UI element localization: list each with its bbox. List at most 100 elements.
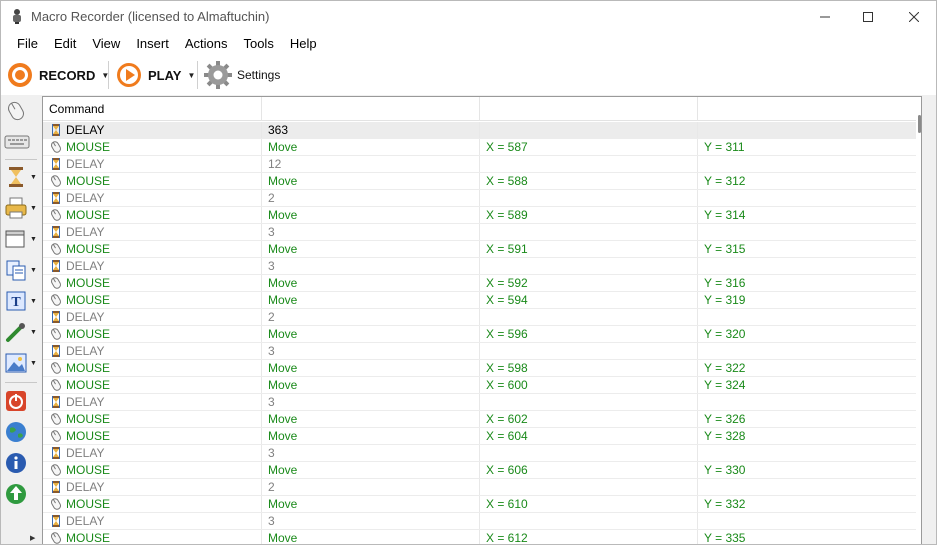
menu-edit[interactable]: Edit [46, 32, 84, 55]
menu-actions[interactable]: Actions [177, 32, 236, 55]
table-row[interactable]: DELAY 3 [43, 394, 916, 411]
table-row[interactable]: MOUSE Move X = 598 Y = 322 [43, 360, 916, 377]
macro-recorder-window: Macro Recorder (licensed to Almaftuchin)… [0, 0, 937, 545]
expand-arrow-icon[interactable]: ▶ [30, 534, 35, 542]
param-cell [480, 190, 698, 206]
table-row[interactable]: DELAY 2 [43, 309, 916, 326]
settings-button[interactable]: Settings [203, 55, 280, 95]
column-header-param1[interactable] [262, 97, 480, 121]
table-row[interactable]: DELAY 12 [43, 156, 916, 173]
command-cell: MOUSE [43, 462, 262, 478]
command-cell: MOUSE [43, 377, 262, 393]
table-row[interactable]: MOUSE Move X = 592 Y = 316 [43, 275, 916, 292]
insert-repeat-button[interactable] [4, 480, 38, 508]
param-cell [698, 258, 916, 274]
param-cell [480, 343, 698, 359]
table-row[interactable]: MOUSE Move X = 587 Y = 311 [43, 139, 916, 156]
insert-web-button[interactable] [4, 418, 38, 446]
close-button[interactable] [891, 1, 936, 32]
title-bar[interactable]: Macro Recorder (licensed to Almaftuchin) [1, 1, 936, 32]
param-cell: Move [262, 496, 480, 512]
param-cell [480, 394, 698, 410]
command-cell: DELAY [43, 309, 262, 325]
table-row[interactable]: MOUSE Move X = 606 Y = 330 [43, 462, 916, 479]
table-row[interactable]: DELAY 3 [43, 258, 916, 275]
param-cell: Y = 328 [704, 429, 746, 443]
table-row[interactable]: DELAY 3 [43, 513, 916, 530]
print-dropdown-icon[interactable]: ▼ [30, 205, 37, 212]
menu-view[interactable]: View [84, 32, 128, 55]
window-dropdown-icon[interactable]: ▼ [30, 236, 37, 243]
menu-file[interactable]: File [9, 32, 46, 55]
table-row[interactable]: MOUSE Move X = 610 Y = 332 [43, 496, 916, 513]
table-row[interactable]: DELAY 363 [43, 122, 916, 139]
maximize-button[interactable] [845, 1, 891, 32]
insert-keyboard-button[interactable] [4, 127, 38, 155]
table-row[interactable]: MOUSE Move X = 591 Y = 315 [43, 241, 916, 258]
minimize-button[interactable] [802, 1, 848, 32]
menu-tools[interactable]: Tools [235, 32, 281, 55]
settings-label: Settings [237, 68, 281, 82]
clipboard-icon [6, 260, 26, 281]
table-row[interactable]: DELAY 2 [43, 190, 916, 207]
table-row[interactable]: MOUSE Move X = 612 Y = 335 [43, 530, 916, 544]
table-row[interactable]: DELAY 2 [43, 479, 916, 496]
param-cell: 2 [262, 479, 480, 495]
table-row[interactable]: DELAY 3 [43, 224, 916, 241]
vertical-scrollbar[interactable] [917, 97, 921, 544]
delay-dropdown-icon[interactable]: ▼ [30, 174, 37, 181]
menu-insert[interactable]: Insert [128, 32, 177, 55]
table-row[interactable]: MOUSE Move X = 589 Y = 314 [43, 207, 916, 224]
insert-shutdown-button[interactable] [4, 387, 38, 415]
param-cell: Move [262, 428, 480, 444]
param-cell: Move [262, 292, 480, 308]
insert-delay-button[interactable]: ▼ [4, 163, 38, 191]
play-dropdown-icon[interactable]: ▼ [187, 71, 195, 80]
table-row[interactable]: DELAY 3 [43, 445, 916, 462]
menu-help[interactable]: Help [282, 32, 325, 55]
table-row[interactable]: MOUSE Move X = 596 Y = 320 [43, 326, 916, 343]
play-button[interactable]: PLAY ▼ [116, 55, 195, 95]
param-cell: X = 606 [480, 462, 698, 478]
insert-pixel-button[interactable]: ▼ [4, 318, 38, 346]
toolbar-separator [108, 61, 109, 89]
pixel-dropdown-icon[interactable]: ▼ [30, 329, 37, 336]
param-cell: Move [262, 377, 480, 393]
param-cell [698, 309, 916, 325]
param-cell: X = 598 [480, 360, 698, 376]
command-grid[interactable]: Command DELAY 363 MOUSE Move X = 587 Y = 311 D… [42, 96, 922, 544]
insert-window-button[interactable]: ▼ [4, 225, 38, 253]
table-row[interactable]: MOUSE Move X = 594 Y = 319 [43, 292, 916, 309]
record-label: RECORD [39, 67, 96, 83]
insert-text-button[interactable]: T ▼ [4, 287, 38, 315]
clipboard-dropdown-icon[interactable]: ▼ [30, 267, 37, 274]
param-cell: 3 [262, 343, 480, 359]
table-row[interactable]: DELAY 3 [43, 343, 916, 360]
insert-mouse-button[interactable] [4, 97, 38, 125]
table-row[interactable]: MOUSE Move X = 604 Y = 328 [43, 428, 916, 445]
param-cell [480, 479, 698, 495]
image-dropdown-icon[interactable]: ▼ [30, 360, 37, 367]
column-header-param2[interactable] [480, 97, 698, 121]
command-cell: DELAY [43, 479, 262, 495]
param-cell [698, 122, 916, 138]
text-dropdown-icon[interactable]: ▼ [30, 298, 37, 305]
scrollbar-thumb[interactable] [918, 115, 921, 133]
table-row[interactable]: MOUSE Move X = 600 Y = 324 [43, 377, 916, 394]
table-row[interactable]: MOUSE Move X = 588 Y = 312 [43, 173, 916, 190]
record-button[interactable]: RECORD ▼ [7, 55, 109, 95]
insert-print-button[interactable]: ▼ [4, 194, 38, 222]
insert-clipboard-button[interactable]: ▼ [4, 256, 38, 284]
insert-image-button[interactable]: ▼ [4, 349, 38, 377]
param-cell [480, 513, 698, 529]
param-cell: X = 589 [480, 207, 698, 223]
column-header-command[interactable]: Command [43, 97, 262, 121]
column-header-param3[interactable] [698, 97, 916, 121]
command-cell: DELAY [43, 258, 262, 274]
param-cell: 2 [262, 190, 480, 206]
insert-message-button[interactable] [4, 449, 38, 477]
param-cell: Move [262, 139, 480, 155]
table-row[interactable]: MOUSE Move X = 602 Y = 326 [43, 411, 916, 428]
param-cell: Y = 315 [704, 242, 746, 256]
param-cell [480, 156, 698, 172]
